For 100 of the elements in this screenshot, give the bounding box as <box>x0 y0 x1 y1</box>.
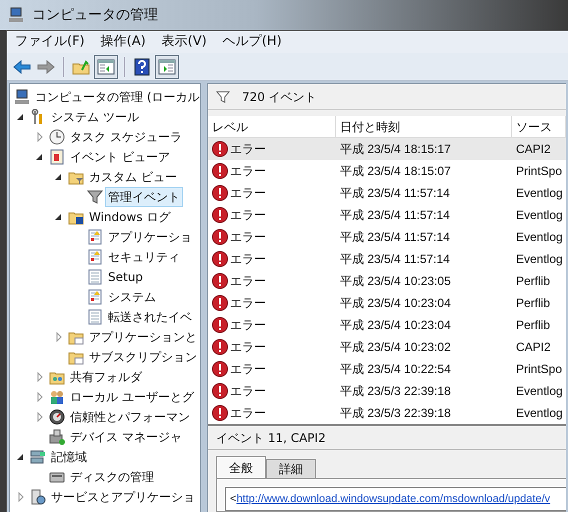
table-cell-text: Eventlog <box>515 207 564 224</box>
tree-item[interactable]: Setup <box>105 267 146 287</box>
tree-item[interactable]: ローカル ユーザーとグ <box>67 387 197 407</box>
error-icon <box>212 141 228 157</box>
table-cell-text: エラー <box>230 163 266 180</box>
error-icon <box>212 383 228 399</box>
tree-item[interactable]: イベント ビューア <box>67 147 173 167</box>
table-cell-text: 平成 23/5/4 10:23:04 <box>339 317 452 334</box>
error-icon <box>212 361 228 377</box>
tree-item[interactable]: セキュリティ <box>105 247 183 267</box>
menu-item[interactable]: ファイル(F) <box>15 32 85 52</box>
tree-item[interactable]: システム <box>105 287 159 307</box>
tree-item[interactable]: Windows ログ <box>86 207 174 227</box>
tree-item[interactable]: カスタム ビュー <box>86 167 180 187</box>
table-cell-text: PrintSpo <box>515 163 564 180</box>
tree-item[interactable]: タスク スケジューラ <box>67 127 185 147</box>
table-cell-text: エラー <box>230 295 266 312</box>
table-cell-text: エラー <box>230 317 266 334</box>
tab[interactable]: 詳細 <box>266 459 316 478</box>
filter-icon <box>216 90 230 104</box>
table-cell-text: 平成 23/5/4 10:23:02 <box>339 339 452 356</box>
table-cell-text: Eventlog <box>515 251 564 268</box>
tree-item[interactable]: デバイス マネージャ <box>67 427 185 447</box>
table-cell-text: エラー <box>230 361 266 378</box>
table-cell-text: Eventlog <box>515 229 564 246</box>
error-icon <box>212 251 228 267</box>
error-icon <box>212 317 228 333</box>
table-cell-text: Eventlog <box>515 185 564 202</box>
table-cell-text: Eventlog <box>515 405 564 422</box>
tree-item[interactable]: 共有フォルダ <box>67 367 145 387</box>
tree-item[interactable]: コンピュータの管理 (ローカル <box>32 87 200 107</box>
table-cell-text: PrintSpo <box>515 361 564 378</box>
table-cell-text: CAPI2 <box>515 141 552 158</box>
table-cell-text: エラー <box>230 339 266 356</box>
log-icon <box>87 309 103 325</box>
table-cell-text: 平成 23/5/3 22:39:18 <box>339 383 452 400</box>
show-actions-button[interactable] <box>155 54 179 78</box>
error-icon <box>212 405 228 421</box>
column-header[interactable]: ソース <box>512 116 566 137</box>
table-cell-text: エラー <box>230 251 266 268</box>
users-icon <box>49 389 65 405</box>
tree-item[interactable]: システム ツール <box>48 107 142 127</box>
event-count: 720 イベント <box>242 88 317 106</box>
error-icon <box>212 207 228 223</box>
table-cell-text: CAPI2 <box>515 339 552 356</box>
computer-icon <box>14 89 30 105</box>
table-cell-text: エラー <box>230 273 266 290</box>
table-cell-text: エラー <box>230 207 266 224</box>
table-cell-text: Perflib <box>515 317 552 334</box>
device-manager-icon <box>49 429 65 445</box>
tree-item[interactable]: 転送されたイベ <box>105 307 195 327</box>
column-header[interactable]: レベル <box>208 116 336 137</box>
error-icon <box>212 339 228 355</box>
table-cell-text: 平成 23/5/4 18:15:07 <box>339 163 452 180</box>
clock-icon <box>49 129 65 145</box>
error-icon <box>212 229 228 245</box>
tree-item[interactable]: ディスクの管理 <box>67 467 157 487</box>
column-header[interactable]: 日付と時刻 <box>336 116 512 137</box>
event-log-icon <box>49 149 65 165</box>
table-cell-text: 平成 23/5/3 22:39:18 <box>339 405 452 422</box>
storage-icon <box>30 449 46 465</box>
show-tree-button[interactable] <box>94 54 118 78</box>
bracket-text: < <box>230 492 236 507</box>
table-cell-text: エラー <box>230 141 266 158</box>
table-cell-text: エラー <box>230 229 266 246</box>
error-icon <box>212 273 228 289</box>
tree-item[interactable]: 記憶域 <box>48 447 90 467</box>
tab[interactable]: 全般 <box>216 456 266 478</box>
error-icon <box>212 185 228 201</box>
menu-item[interactable]: ヘルプ(H) <box>222 32 282 52</box>
table-cell-text: 平成 23/5/4 11:57:14 <box>339 185 451 202</box>
table-cell-text: 平成 23/5/4 10:23:04 <box>339 295 452 312</box>
error-icon <box>212 295 228 311</box>
menu-item[interactable]: 表示(V) <box>162 32 207 52</box>
tree-item[interactable]: 管理イベント <box>105 187 183 207</box>
error-icon <box>212 163 228 179</box>
table-cell-text: Eventlog <box>515 383 564 400</box>
event-row[interactable]: エラー 平成 23/5/4 18:15:17 CAPI2 <box>208 138 566 160</box>
log-icon <box>87 249 103 265</box>
window-title: コンピュータの管理 <box>32 6 158 24</box>
table-cell-text: 平成 23/5/4 10:22:54 <box>339 361 452 378</box>
tree-item[interactable]: サービスとアプリケーショ <box>48 487 198 507</box>
tree-item[interactable]: サブスクリプション <box>86 347 200 367</box>
table-cell-text: 平成 23/5/4 10:23:05 <box>339 273 452 290</box>
table-cell-text: 平成 23/5/4 18:15:17 <box>339 141 452 158</box>
tree-item[interactable]: 信頼性とパフォーマン <box>67 407 193 427</box>
table-cell-text: 平成 23/5/4 11:57:14 <box>339 229 451 246</box>
table-cell-text: 平成 23/5/4 11:57:14 <box>339 207 451 224</box>
table-cell-text: 平成 23/5/4 11:57:14 <box>339 251 451 268</box>
services-icon <box>30 489 46 505</box>
table-cell-text: Perflib <box>515 295 552 312</box>
filter-icon <box>87 189 103 205</box>
menu-item[interactable]: 操作(A) <box>100 32 146 52</box>
tree-item[interactable]: アプリケーションと <box>86 327 200 347</box>
table-cell-text: エラー <box>230 185 266 202</box>
update-link[interactable]: http://www.download.windowsupdate.com/msdownload/update/v <box>236 490 550 508</box>
table-cell-text: エラー <box>230 383 266 400</box>
log-icon <box>87 289 103 305</box>
tree-item[interactable]: アプリケーショ <box>105 227 195 247</box>
table-cell-text: エラー <box>230 405 266 422</box>
